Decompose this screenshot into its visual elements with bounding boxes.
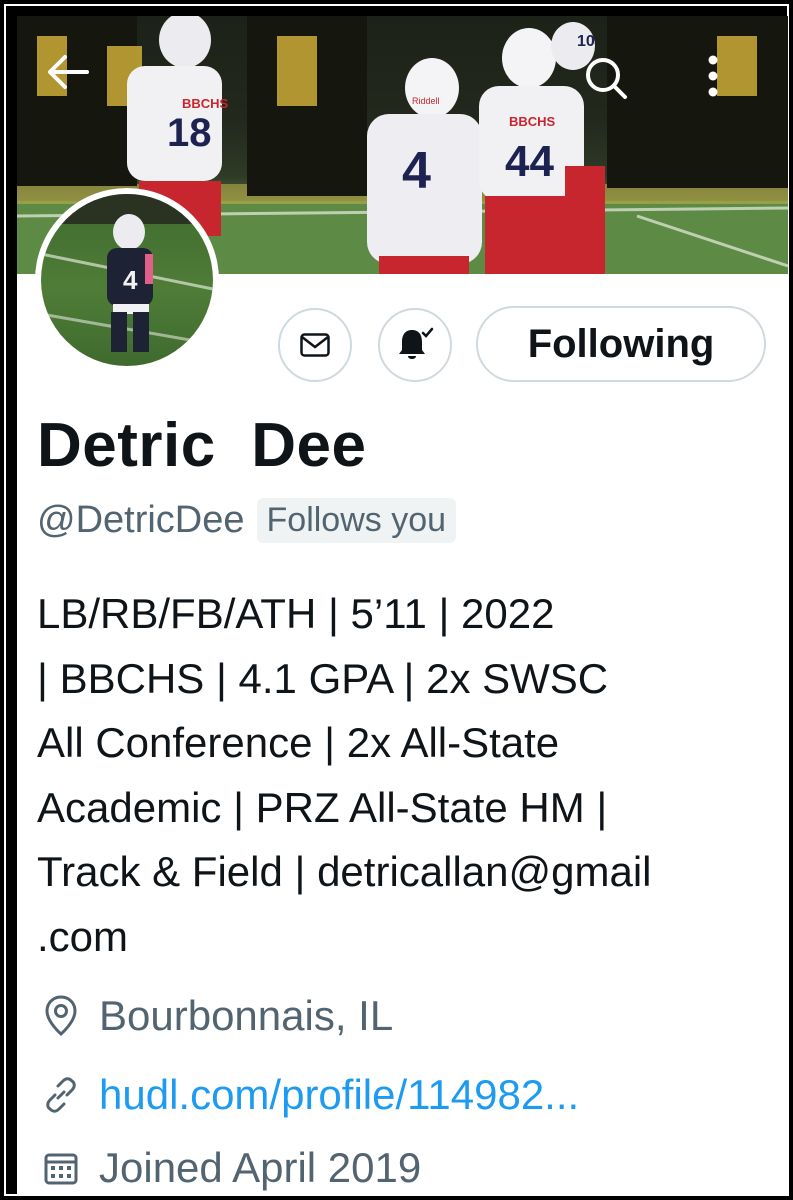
search-button[interactable]: [582, 54, 632, 104]
banner-helmet-text: Riddell: [412, 96, 440, 106]
bio-line: | BBCHS | 4.1 GPA | 2x SWSC: [37, 654, 609, 702]
profile-handle: @DetricDee: [37, 499, 245, 541]
bio-line: .com: [37, 912, 129, 960]
website-row[interactable]: hudl.com/profile/114982...: [37, 1071, 579, 1119]
avatar-photo: 4: [41, 194, 213, 366]
bio-line: Academic | PRZ All-State HM |: [37, 783, 608, 831]
screenshot-frame: 18 BBCHS Riddell 4 BBCHS 44 10 4 Followi…: [4, 4, 789, 1196]
profile-name: Detric Dee: [37, 411, 367, 480]
joined-text: Joined April 2019: [99, 1144, 422, 1191]
banner-jersey-text-2: BBCHS: [509, 114, 556, 129]
banner-jersey-44: 44: [505, 137, 554, 186]
arrow-left-icon: [48, 55, 89, 89]
joined-row: Joined April 2019: [37, 1144, 421, 1192]
banner-jersey-4: 4: [402, 142, 431, 200]
bell-check-icon: [399, 327, 434, 359]
bio-line: LB/RB/FB/ATH | 5’11 | 2022: [37, 590, 555, 637]
profile-screen: 18 BBCHS Riddell 4 BBCHS 44 10 4 Followi…: [17, 16, 788, 1196]
profile-bio: LB/RB/FB/ATH | 5’11 | 2022 | BBCHS | 4.1…: [37, 582, 767, 969]
location-pin-icon: [37, 992, 85, 1040]
more-vertical-icon: [708, 55, 718, 97]
banner-jersey-18: 18: [167, 111, 212, 155]
message-button[interactable]: [278, 308, 352, 382]
more-options-button[interactable]: [707, 54, 757, 104]
search-icon: [586, 58, 627, 99]
location-row: Bourbonnais, IL: [37, 992, 393, 1040]
handle-row: @DetricDee Follows you: [37, 498, 457, 543]
avatar[interactable]: 4: [35, 188, 219, 372]
link-icon: [37, 1071, 85, 1119]
banner-jersey-text-1: BBCHS: [182, 96, 229, 111]
banner-jersey-10: 10: [577, 33, 595, 50]
calendar-icon: [37, 1144, 85, 1192]
bio-line: All Conference | 2x All-State: [37, 719, 560, 766]
mail-icon: [300, 333, 330, 357]
back-button[interactable]: [45, 54, 95, 104]
website-link[interactable]: hudl.com/profile/114982...: [99, 1071, 579, 1119]
bio-line-email[interactable]: Track & Field | detricallan@gmail: [37, 840, 767, 905]
follows-you-badge: Follows you: [256, 498, 457, 543]
following-button[interactable]: Following: [476, 306, 766, 382]
notifications-button[interactable]: [378, 308, 452, 382]
location-text: Bourbonnais, IL: [99, 992, 394, 1039]
avatar-jersey-number: 4: [123, 265, 138, 295]
